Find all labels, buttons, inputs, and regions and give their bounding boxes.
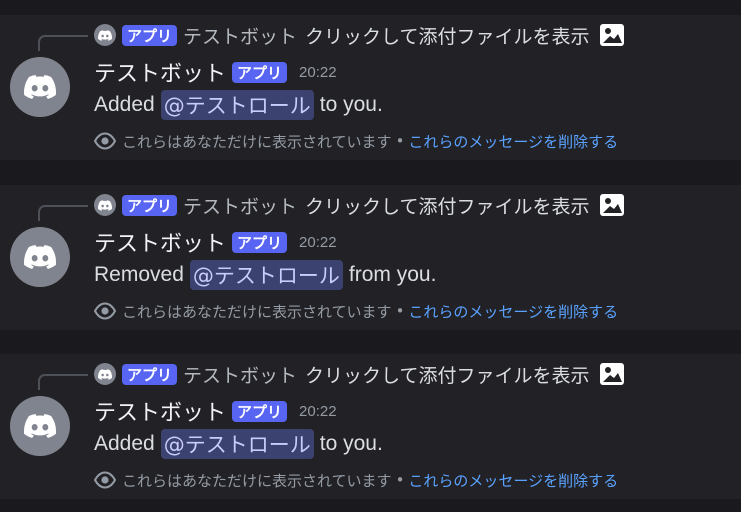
content-text-after: to you. [319,93,383,116]
discord-logo-icon [98,368,112,380]
timestamp[interactable]: 20:22 [299,234,337,251]
message-content: Removed @テストロール from you. [94,259,436,291]
app-tag: アプリ [232,61,288,83]
avatar[interactable] [10,227,70,287]
discord-logo-icon [24,414,56,438]
image-icon[interactable] [599,193,625,217]
discord-logo-icon [98,29,112,41]
message-content: Added @テストロール to you. [94,89,383,121]
role-mention[interactable]: @テストロール [160,90,314,120]
content-text-before: Added [94,93,155,116]
discord-logo-icon [24,245,56,269]
avatar[interactable] [10,57,70,117]
discord-logo-icon [24,75,56,99]
ephemeral-note: これらはあなただけに表示されています [122,132,392,151]
eye-icon [94,302,116,320]
reply-avatar[interactable] [94,194,116,216]
message-content: Added @テストロール to you. [94,428,383,460]
message-header: テストボット アプリ 20:22 [94,57,337,87]
timestamp[interactable]: 20:22 [299,403,337,420]
discord-logo-icon [98,199,112,211]
image-icon[interactable] [599,23,625,47]
message-feed: アプリ テストボット クリックして添付ファイルを表示 テストボット アプリ 20… [0,0,741,512]
reply-attachment-text[interactable]: クリックして添付ファイルを表示 [305,192,589,219]
message-header: テストボット アプリ 20:22 [94,396,337,426]
reply-attachment-text[interactable]: クリックして添付ファイルを表示 [305,361,589,388]
reply-connector [38,374,88,390]
ephemeral-footer: これらはあなただけに表示されています • これらのメッセージを削除する [94,299,618,323]
role-mention[interactable]: @テストロール [160,429,314,459]
separator-dot: • [395,471,405,489]
reply-attachment-text[interactable]: クリックして添付ファイルを表示 [305,22,589,49]
reply-author-name[interactable]: テストボット [183,192,297,219]
reply-connector [38,205,88,221]
author-name[interactable]: テストボット [94,395,226,427]
dismiss-messages-link[interactable]: これらのメッセージを削除する [408,131,618,152]
ephemeral-note: これらはあなただけに表示されています [122,302,392,321]
ephemeral-footer: これらはあなただけに表示されています • これらのメッセージを削除する [94,129,618,153]
message: アプリ テストボット クリックして添付ファイルを表示 テストボット アプリ 20… [0,354,741,499]
reply-connector [38,35,88,51]
ephemeral-footer: これらはあなただけに表示されています • これらのメッセージを削除する [94,468,618,492]
message-header: テストボット アプリ 20:22 [94,227,337,257]
reply-preview[interactable]: アプリ テストボット クリックして添付ファイルを表示 [94,191,625,219]
author-name[interactable]: テストボット [94,226,226,258]
app-tag: アプリ [122,363,178,385]
app-tag: アプリ [232,400,288,422]
message: アプリ テストボット クリックして添付ファイルを表示 テストボット アプリ 20… [0,15,741,160]
dismiss-messages-link[interactable]: これらのメッセージを削除する [408,301,618,322]
reply-author-name[interactable]: テストボット [183,361,297,388]
app-tag: アプリ [122,24,178,46]
app-tag: アプリ [122,194,178,216]
reply-avatar[interactable] [94,24,116,46]
avatar[interactable] [10,396,70,456]
content-text-before: Added [94,432,155,455]
timestamp[interactable]: 20:22 [299,64,337,81]
content-text-before: Removed [94,263,184,286]
content-text-after: to you. [319,432,383,455]
image-icon[interactable] [599,362,625,386]
app-tag: アプリ [232,231,288,253]
reply-preview[interactable]: アプリ テストボット クリックして添付ファイルを表示 [94,360,625,388]
separator-dot: • [395,132,405,150]
author-name[interactable]: テストボット [94,56,226,88]
dismiss-messages-link[interactable]: これらのメッセージを削除する [408,470,618,491]
role-mention[interactable]: @テストロール [189,260,343,290]
eye-icon [94,132,116,150]
separator-dot: • [395,302,405,320]
reply-avatar[interactable] [94,363,116,385]
reply-preview[interactable]: アプリ テストボット クリックして添付ファイルを表示 [94,21,625,49]
eye-icon [94,471,116,489]
content-text-after: from you. [348,263,437,286]
reply-author-name[interactable]: テストボット [183,22,297,49]
message: アプリ テストボット クリックして添付ファイルを表示 テストボット アプリ 20… [0,185,741,330]
ephemeral-note: これらはあなただけに表示されています [122,471,392,490]
